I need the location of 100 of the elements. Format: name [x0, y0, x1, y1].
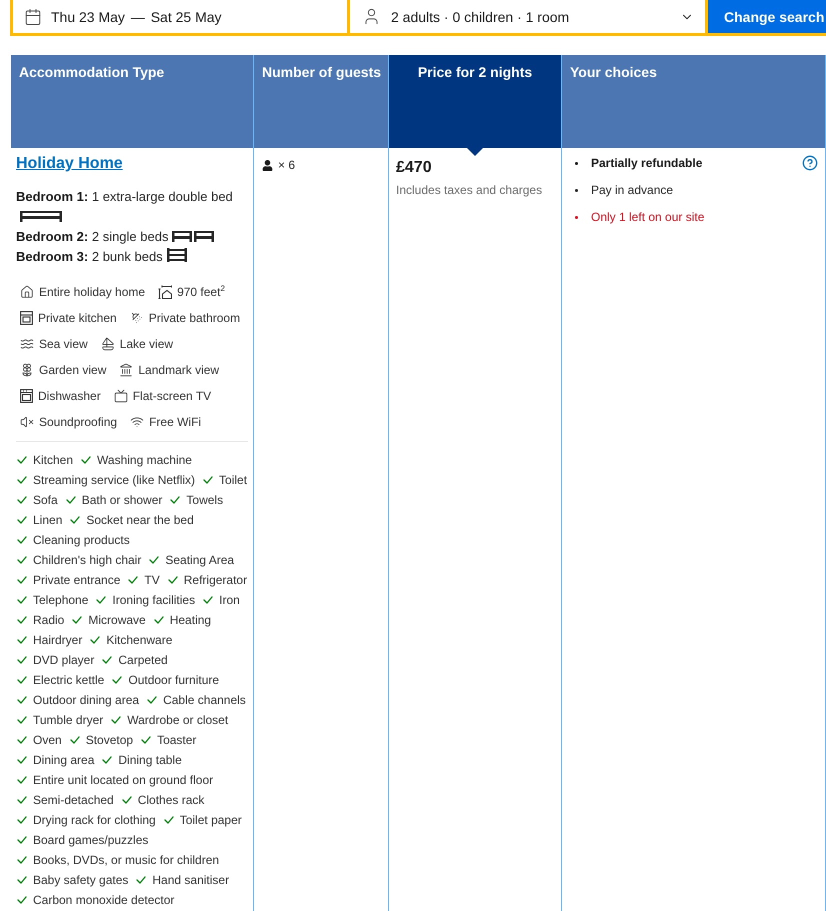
- amenity-label: Electric kettle: [33, 673, 104, 687]
- calendar-icon: [24, 8, 42, 26]
- amenity-label: Refrigerator: [184, 573, 248, 587]
- amenity-label: Stovetop: [86, 733, 134, 747]
- check-icon: [17, 876, 27, 884]
- amenity-label: Dining table: [118, 753, 182, 767]
- facility-label: Free WiFi: [149, 415, 202, 429]
- amenity-label: Books, DVDs, or music for children: [33, 853, 220, 867]
- check-icon: [147, 696, 158, 704]
- property-name-link[interactable]: Holiday Home: [16, 154, 123, 174]
- amenity-label: Carbon monoxide detector: [33, 893, 174, 907]
- amenity-label: DVD player: [33, 653, 94, 667]
- bullet-icon: [575, 162, 578, 164]
- check-icon: [17, 596, 27, 604]
- column-header: Your choices: [562, 55, 826, 148]
- choice-text: Pay in advance: [591, 183, 674, 197]
- check-icon: [203, 476, 214, 484]
- facility-label: Dishwasher: [38, 389, 101, 403]
- amenity-label: Socket near the bed: [86, 513, 194, 527]
- price-amount: £470: [396, 158, 433, 178]
- amenity-label: Drying rack for clothing: [33, 813, 156, 827]
- amenity-label: Wardrobe or closet: [127, 713, 228, 727]
- amenity-label: Semi-detached: [33, 793, 114, 807]
- waves-icon: [20, 337, 34, 351]
- house-icon: [20, 285, 34, 299]
- oven-icon: [20, 311, 33, 325]
- check-icon: [17, 476, 27, 484]
- amenity-label: Outdoor dining area: [33, 693, 140, 707]
- check-icon: [17, 556, 27, 564]
- check-icon: [17, 836, 27, 844]
- sailboat-icon: [100, 337, 115, 351]
- amenity-label: Heating: [170, 613, 212, 627]
- check-icon: [90, 636, 100, 644]
- facility-label: Private kitchen: [38, 311, 117, 325]
- check-icon: [136, 876, 146, 884]
- check-icon: [128, 576, 138, 584]
- amenity-label: Dining area: [33, 753, 94, 767]
- amenity-label: Kitchenware: [106, 633, 172, 647]
- amenity-label: Kitchen: [33, 453, 74, 467]
- check-icon: [17, 656, 27, 664]
- amenity-label: Children's high chair: [33, 553, 142, 567]
- speaker-muted-icon: [20, 415, 34, 429]
- check-icon: [17, 756, 27, 764]
- choice-text: Partially refundable: [591, 156, 702, 170]
- amenity-label: Radio: [33, 613, 64, 627]
- amenity-label: Entire unit located on ground floor: [33, 773, 214, 787]
- amenity-label: Outdoor furniture: [128, 673, 220, 687]
- amenity-label: Iron: [219, 593, 240, 607]
- check-icon: [141, 736, 152, 744]
- check-icon: [17, 516, 27, 524]
- check-icon: [122, 796, 132, 804]
- guest-count: × 6: [278, 157, 296, 173]
- amenity-label: Sofa: [33, 493, 58, 507]
- bed-icon: [20, 211, 62, 222]
- check-icon: [17, 856, 27, 864]
- check-icon: [17, 576, 27, 584]
- facility-label: Soundproofing: [39, 415, 118, 429]
- facility-label: Sea view: [39, 337, 88, 351]
- amenity-label: Oven: [33, 733, 62, 747]
- amenity-label: Clothes rack: [138, 793, 204, 807]
- bedroom-text: Bedroom 3: 2 bunk beds: [16, 249, 163, 264]
- amenity-label: Bath or shower: [82, 493, 162, 507]
- check-icon: [168, 576, 178, 584]
- pointer-icon: [467, 148, 483, 156]
- tv-icon: [114, 389, 128, 403]
- flower-icon: [20, 363, 34, 377]
- bed-icon: [172, 231, 192, 242]
- check-icon: [72, 616, 82, 624]
- check-icon: [17, 816, 27, 824]
- check-icon: [17, 696, 27, 704]
- amenity-label: Hand sanitiser: [152, 873, 230, 887]
- choice-text: Only 1 left on our site: [591, 210, 704, 224]
- column-header: Accommodation Type: [11, 55, 254, 148]
- bullet-icon: [575, 216, 578, 218]
- amenity-label: Towels: [186, 493, 224, 507]
- check-icon: [154, 616, 164, 624]
- help-icon[interactable]: [802, 155, 818, 171]
- amenity-label: Board games/puzzles: [33, 833, 148, 847]
- column-header: Price for 2 nights: [389, 55, 562, 148]
- bed-icon: [194, 231, 214, 242]
- date-field[interactable]: Thu 23 May — Sat 25 May: [13, 0, 347, 33]
- check-icon: [170, 496, 180, 504]
- bullet-icon: [575, 188, 578, 192]
- amenity-label: Toilet: [219, 473, 248, 487]
- check-icon: [112, 676, 122, 684]
- bedroom-text: Bedroom 1: 1 extra-large double bed: [16, 189, 233, 204]
- guests-dropdown[interactable]: 2 adults · 0 children · 1 room: [350, 0, 705, 33]
- house-measure-icon: [158, 285, 172, 299]
- amenity-label: Carpeted: [118, 653, 168, 667]
- amenity-label: Washing machine: [97, 453, 192, 467]
- change-search-button[interactable]: Change search: [708, 0, 826, 33]
- amenity-label: Tumble dryer: [33, 713, 104, 727]
- facility-label: Flat-screen TV: [132, 389, 212, 403]
- check-icon: [17, 896, 27, 904]
- check-icon: [17, 536, 27, 544]
- amenity-label: Microwave: [88, 613, 146, 627]
- check-icon: [70, 736, 80, 744]
- dishwasher-icon: [20, 389, 33, 403]
- check-icon: [149, 556, 160, 564]
- amenity-label: Seating Area: [165, 553, 234, 567]
